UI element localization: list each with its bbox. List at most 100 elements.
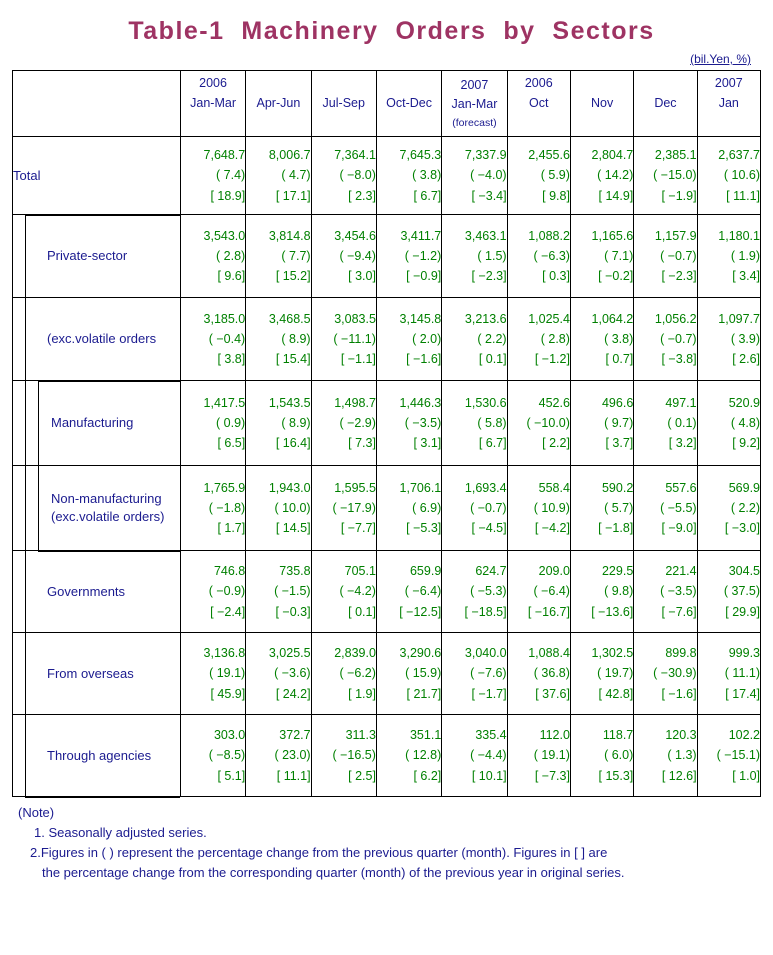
cell-value: 3,213.6: [464, 311, 507, 326]
cell-qoq-change: ( −1.8): [208, 500, 246, 515]
cell-yoy-change: [ 15.4]: [275, 352, 311, 367]
data-cell: 3,543.0 ( 2.8) [ 9.6]: [179, 214, 247, 298]
cell-yoy-change: [ 1.0]: [732, 768, 760, 783]
cell-yoy-change: [ 14.5]: [275, 521, 311, 536]
cell-value: 1,543.5: [268, 395, 311, 410]
cell-yoy-change: [ −7.3]: [534, 768, 570, 783]
cell-qoq-change: ( 3.9): [730, 331, 760, 346]
cell-qoq-change: ( 7.7): [281, 248, 311, 263]
data-cell: 1,088.4 ( 36.8) [ 37.6]: [506, 632, 571, 715]
cell-yoy-change: [ −4.5]: [471, 521, 507, 536]
cell-value: 746.8: [213, 564, 246, 579]
cell-yoy-change: [ 3.0]: [348, 269, 376, 284]
cell-value: 118.7: [602, 728, 634, 743]
data-cell: 1,693.4 ( −0.7) [ −4.5]: [441, 465, 508, 551]
data-cell: 497.1 ( 0.1) [ 3.2]: [633, 380, 698, 466]
cell-qoq-change: ( 37.5): [723, 584, 760, 599]
data-cell: 7,648.7 ( 7.4) [ 18.9]: [179, 136, 247, 215]
cell-value: 7,337.9: [464, 148, 507, 163]
nesting-guide-level-1-bottom: [25, 796, 180, 798]
cell-qoq-change: ( −0.7): [660, 331, 697, 346]
data-cell: 3,136.8 ( 19.1) [ 45.9]: [179, 632, 247, 715]
cell-value: 1,693.4: [464, 480, 507, 495]
row-label-line-2: (exc.volatile orders): [51, 509, 165, 524]
table-row: Total 7,648.7 ( 7.4) [ 18.9] 8,006.7 ( 4.7) [ …: [12, 136, 762, 215]
data-cell: 3,814.8 ( 7.7) [ 15.2]: [245, 214, 312, 298]
cell-qoq-change: ( 10.0): [274, 500, 311, 515]
cell-qoq-change: ( 2.2): [730, 500, 760, 515]
cell-yoy-change: [ −1.6]: [661, 686, 697, 701]
cell-yoy-change: [ −3.0]: [724, 521, 760, 536]
cell-value: 1,446.3: [399, 395, 442, 410]
header-col-2007-jan: 2007 Jan: [696, 70, 762, 137]
cell-qoq-change: ( 23.0): [274, 748, 311, 763]
header-period: Dec: [654, 95, 677, 110]
cell-qoq-change: ( −11.1): [333, 331, 376, 346]
cell-yoy-change: [ 15.3]: [598, 768, 634, 783]
cell-yoy-change: [ 2.2]: [542, 436, 570, 451]
cell-yoy-change: [ 6.2]: [413, 768, 442, 783]
cell-value: 1,088.4: [528, 646, 570, 661]
nesting-guide-level-2: [38, 380, 39, 551]
cell-value: 558.4: [538, 480, 570, 495]
data-cell: 7,645.3 ( 3.8) [ 6.7]: [375, 136, 443, 215]
cell-value: 1,056.2: [654, 311, 697, 326]
row-label-total: Total: [12, 136, 181, 215]
data-cell: 1,097.7 ( 3.9) [ 2.6]: [696, 297, 762, 381]
cell-yoy-change: [ −13.6]: [591, 604, 634, 619]
cell-value: 335.4: [475, 728, 507, 743]
header-col-2006-jan-mar: 2006 Jan-Mar: [179, 70, 247, 137]
header-period: Oct-Dec: [386, 95, 433, 110]
data-cell: 1,165.6 ( 7.1) [ −0.2]: [569, 214, 635, 298]
cell-qoq-change: ( 36.8): [533, 666, 570, 681]
cell-qoq-change: ( 8.9): [281, 331, 311, 346]
cell-yoy-change: [ 14.9]: [598, 188, 634, 203]
cell-qoq-change: ( −5.5): [660, 500, 697, 515]
data-cell: 659.9 ( −6.4) [ −12.5]: [375, 550, 443, 633]
header-col-2006-oct: 2006 Oct: [506, 70, 571, 137]
cell-yoy-change: [ −1.2]: [534, 352, 570, 367]
cell-value: 3,543.0: [203, 228, 246, 243]
data-cell: 303.0 ( −8.5) [ 5.1]: [179, 714, 247, 797]
cell-qoq-change: ( −8.5): [208, 748, 246, 763]
cell-value: 1,417.5: [203, 395, 246, 410]
data-cell: 2,637.7 ( 10.6) [ 11.1]: [696, 136, 762, 215]
cell-yoy-change: [ −16.7]: [527, 604, 570, 619]
header-col-2007-jan-mar: 2007 Jan-Mar (forecast): [441, 70, 508, 137]
cell-qoq-change: ( −30.9): [653, 666, 697, 681]
notes-block: (Note) 1. Seasonally adjusted series. 2.…: [18, 803, 773, 884]
cell-value: 3,040.0: [464, 646, 507, 661]
cell-qoq-change: ( −6.4): [404, 584, 442, 599]
data-cell: 3,040.0 ( −7.6) [ −1.7]: [441, 632, 508, 715]
header-col-jul-sep: Jul-Sep: [310, 70, 377, 137]
data-cell: 3,454.6 ( −9.4) [ 3.0]: [310, 214, 377, 298]
cell-yoy-change: [ 2.6]: [732, 352, 760, 367]
cell-yoy-change: [ 37.6]: [535, 686, 570, 701]
data-cell: 1,543.5 ( 8.9) [ 16.4]: [245, 380, 312, 466]
cell-yoy-change: [ 21.7]: [406, 686, 442, 701]
cell-value: 3,454.6: [334, 228, 376, 243]
cell-value: 120.3: [665, 728, 697, 743]
data-cell: 3,213.6 ( 2.2) [ 0.1]: [441, 297, 508, 381]
data-cell: 335.4 ( −4.4) [ 10.1]: [441, 714, 508, 797]
row-label-line-1: (exc.volatile orders: [47, 331, 157, 347]
data-cell: 1,157.9 ( −0.7) [ −2.3]: [633, 214, 698, 298]
header-period: Jan: [718, 95, 739, 110]
cell-value: 557.6: [665, 480, 697, 495]
table-row: Non-manufacturing (exc.volatile orders) 1,…: [12, 465, 762, 551]
data-cell: 1,943.0 ( 10.0) [ 14.5]: [245, 465, 312, 551]
cell-value: 3,468.5: [268, 311, 311, 326]
unit-caption-row: (bil.Yen, %): [0, 50, 773, 68]
header-note: (forecast): [452, 116, 497, 129]
cell-value: 520.9: [728, 395, 760, 410]
cell-qoq-change: ( 0.1): [667, 415, 697, 430]
cell-qoq-change: ( 10.6): [723, 168, 760, 183]
cell-yoy-change: [ −2.3]: [661, 269, 697, 284]
cell-value: 999.3: [728, 646, 760, 661]
cell-value: 1,530.6: [464, 395, 507, 410]
table-row: From overseas 3,136.8( 19.1)[ 45.9] 3,025.…: [12, 632, 762, 715]
data-cell: 1,180.1 ( 1.9) [ 3.4]: [696, 214, 762, 298]
row-label-line-1: From overseas: [47, 665, 134, 681]
nesting-guide-level-1: [25, 214, 26, 797]
data-cell: 1,595.5 ( −17.9) [ −7.7]: [310, 465, 377, 551]
